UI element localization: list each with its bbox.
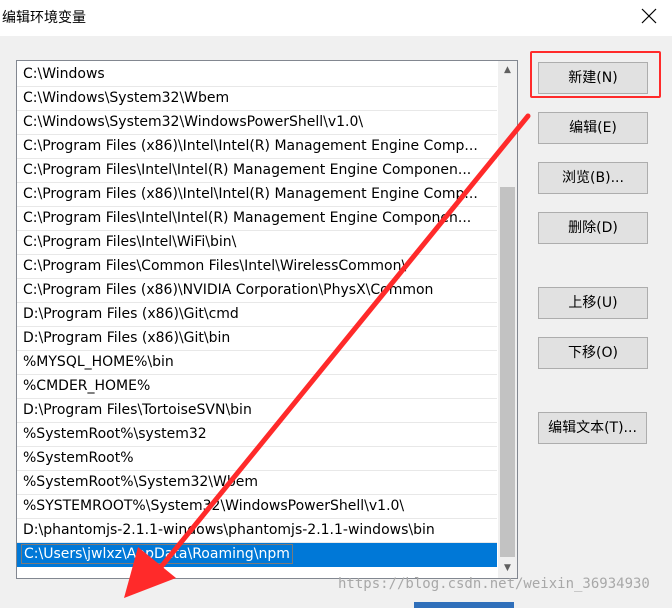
move-down-button[interactable]: 下移(O) — [538, 337, 648, 369]
delete-button[interactable]: 删除(D) — [538, 212, 648, 244]
edit-text-button[interactable]: 编辑文本(T)... — [538, 412, 647, 444]
scroll-down-icon[interactable]: ▼ — [498, 560, 517, 577]
path-list-item[interactable]: C:\Program Files\Intel\Intel(R) Manageme… — [17, 159, 497, 183]
path-list-item[interactable]: %SystemRoot% — [17, 447, 497, 471]
path-list[interactable]: C:\Windows C:\Windows\System32\Wbem C:\Win… — [16, 60, 518, 579]
browse-button[interactable]: 浏览(B)... — [538, 162, 648, 194]
window-title: 编辑环境变量 — [2, 10, 86, 26]
move-up-button[interactable]: 上移(U) — [538, 287, 648, 319]
path-list-item[interactable]: %SystemRoot%\System32\Wbem — [17, 471, 497, 495]
path-list-item[interactable]: D:\Program Files (x86)\Git\cmd — [17, 303, 497, 327]
path-list-items: C:\Windows C:\Windows\System32\Wbem C:\Win… — [17, 63, 497, 567]
scroll-up-icon[interactable]: ▲ — [498, 62, 517, 79]
path-list-item[interactable]: %SYSTEMROOT%\System32\WindowsPowerShell\… — [17, 495, 497, 519]
close-icon — [641, 8, 657, 24]
path-list-item[interactable]: C:\Program Files (x86)\NVIDIA Corporatio… — [17, 279, 497, 303]
path-list-item[interactable]: C:\Windows\System32\Wbem — [17, 87, 497, 111]
path-list-item[interactable]: %MYSQL_HOME%\bin — [17, 351, 497, 375]
path-list-item[interactable]: C:\Program Files (x86)\Intel\Intel(R) Ma… — [17, 183, 497, 207]
edit-button[interactable]: 编辑(E) — [538, 112, 648, 144]
path-edit-input[interactable]: C:\Users\jwlxz\AppData\Roaming\npm — [21, 544, 293, 564]
watermark: https://blog.csdn.net/weixin_36934930 — [338, 576, 650, 592]
path-list-item[interactable]: C:\Program Files\Intel\WiFi\bin\ — [17, 231, 497, 255]
path-list-item[interactable]: %CMDER_HOME% — [17, 375, 497, 399]
close-button[interactable] — [626, 0, 672, 32]
path-list-item[interactable]: C:\Windows — [17, 63, 497, 87]
title-bar: 编辑环境变量 — [0, 0, 672, 36]
path-list-item[interactable]: C:\Program Files\Intel\Intel(R) Manageme… — [17, 207, 497, 231]
path-list-item[interactable]: C:\Windows\System32\WindowsPowerShell\v1… — [17, 111, 497, 135]
scrollbar-thumb[interactable] — [500, 187, 515, 557]
path-list-item[interactable]: D:\phantomjs-2.1.1-windows\phantomjs-2.1… — [17, 519, 497, 543]
taskbar-edge — [414, 602, 514, 608]
vertical-scrollbar[interactable]: ▲ ▼ — [498, 61, 517, 578]
path-list-item[interactable]: %SystemRoot%\system32 — [17, 423, 497, 447]
path-list-item[interactable]: D:\Program Files\TortoiseSVN\bin — [17, 399, 497, 423]
annotation-highlight-box — [530, 51, 661, 98]
path-list-item-editing[interactable]: C:\Users\jwlxz\AppData\Roaming\npm — [17, 543, 497, 567]
path-list-item[interactable]: C:\Program Files\Common Files\Intel\Wire… — [17, 255, 497, 279]
path-list-item[interactable]: D:\Program Files (x86)\Git\bin — [17, 327, 497, 351]
path-list-item[interactable]: C:\Program Files (x86)\Intel\Intel(R) Ma… — [17, 135, 497, 159]
